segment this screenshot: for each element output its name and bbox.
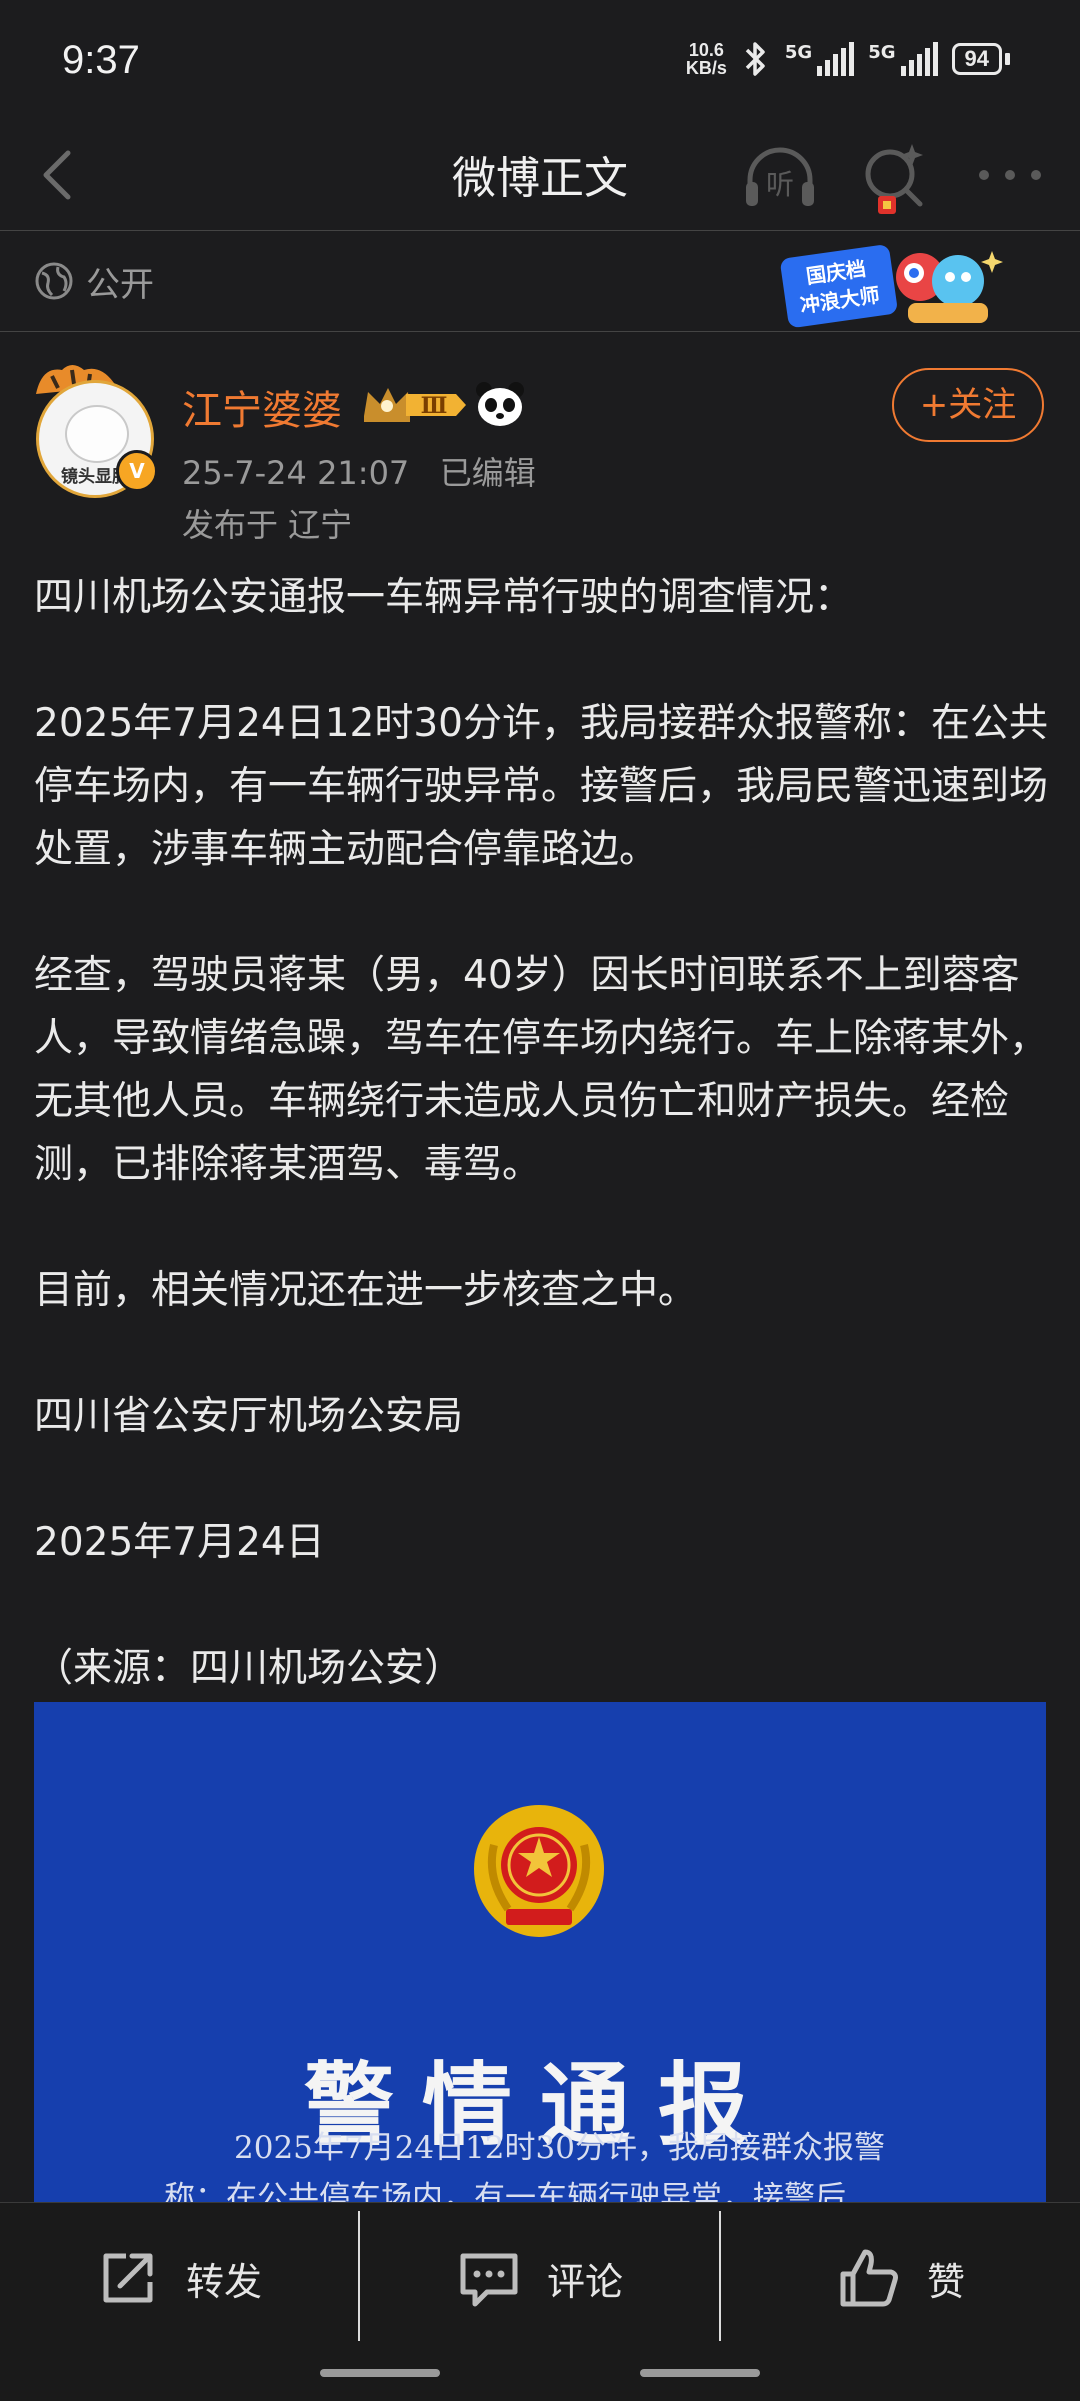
member-crown-badge-icon: Ⅲ xyxy=(364,388,466,422)
visibility-label: 公开 xyxy=(86,265,154,305)
listen-headphones-icon[interactable]: 听 xyxy=(740,142,820,212)
globe-icon xyxy=(35,262,73,300)
more-options-icon[interactable] xyxy=(970,150,1050,200)
home-indicator[interactable] xyxy=(320,2369,760,2377)
battery-level: 94 xyxy=(951,43,1002,75)
follow-button[interactable]: +关注 xyxy=(892,368,1044,442)
avatar-face xyxy=(65,405,129,463)
divider xyxy=(719,2211,721,2341)
post-paragraph: 2025年7月24日12时30分许，我局接群众报警称：在公共停车场内，有一车辆行… xyxy=(34,701,1049,872)
ai-search-icon[interactable] xyxy=(860,140,930,216)
repost-button[interactable]: 转发 xyxy=(0,2203,358,2353)
status-time: 9:37 xyxy=(62,38,140,82)
post-paragraph: 目前，相关情况还在进一步核查之中。 xyxy=(34,1268,698,1313)
repost-icon xyxy=(103,2253,153,2303)
post-timestamp: 25-7-24 21:07 xyxy=(182,454,410,492)
like-button[interactable]: 赞 xyxy=(722,2203,1080,2353)
bluetooth-icon xyxy=(745,42,765,76)
sim2-label: 5G xyxy=(868,42,896,63)
holiday-campaign-banner[interactable]: 国庆档 冲浪大师 xyxy=(780,237,1010,337)
thumbs-up-icon xyxy=(840,2249,898,2307)
notice-text-line2: 称：在公共停车场内，有一车辆行驶异常，接警后 xyxy=(164,2180,846,2202)
signal-sim1-icon: 5G xyxy=(784,42,855,76)
bottom-action-bar: 转发 评论 赞 xyxy=(0,2202,1080,2401)
post-body: 四川机场公安通报一车辆异常行驶的调查情况： 2025年7月24日12时30分许，… xyxy=(34,566,1050,1700)
network-speed-value: 10.6 xyxy=(688,40,724,60)
police-emblem-icon xyxy=(474,1805,604,1937)
divider xyxy=(358,2211,360,2341)
post-paragraph: 四川省公安厅机场公安局 xyxy=(34,1394,464,1439)
like-label: 赞 xyxy=(926,2259,965,2304)
comment-icon xyxy=(460,2253,518,2307)
comment-label: 评论 xyxy=(546,2259,623,2304)
listen-label: 听 xyxy=(766,168,794,201)
network-speed: 10.6 KB/s xyxy=(686,41,727,77)
visibility-bar: 公开 国庆档 冲浪大师 xyxy=(0,231,1080,332)
author-header: 镜头显胖 V 江宁婆婆 Ⅲ +关注 25-7-24 21:07 已编辑 发布于 … xyxy=(0,360,1080,544)
status-icons: 10.6 KB/s 5G 5G 94 xyxy=(686,40,1010,78)
network-speed-unit: KB/s xyxy=(685,58,727,78)
post-paragraph: （来源：四川机场公安） xyxy=(34,1646,464,1691)
post-meta: 25-7-24 21:07 已编辑 xyxy=(182,448,536,494)
post-paragraph: 经查，驾驶员蒋某（男，40岁）因长时间联系不上到蓉客人，导致情绪急躁，驾车在停车… xyxy=(34,953,1049,1187)
post-location: 发布于 辽宁 xyxy=(182,506,353,544)
verified-badge-icon: V xyxy=(116,450,158,492)
comment-button[interactable]: 评论 xyxy=(361,2203,719,2353)
author-name[interactable]: 江宁婆婆 xyxy=(182,378,342,436)
nav-bar: 微博正文 听 xyxy=(0,120,1080,231)
post-paragraph: 四川机场公安通报一车辆异常行驶的调查情况： xyxy=(34,575,854,620)
status-bar: 9:37 10.6 KB/s 5G 5G 94 xyxy=(0,0,1080,120)
level-badge-text: Ⅲ xyxy=(421,393,448,419)
post-paragraph: 2025年7月24日 xyxy=(34,1520,325,1565)
sim1-label: 5G xyxy=(784,42,813,63)
signal-sim2-icon: 5G xyxy=(868,42,938,76)
panda-badge-icon xyxy=(476,382,524,426)
repost-label: 转发 xyxy=(185,2259,262,2304)
battery-icon: 94 xyxy=(951,43,1010,75)
edited-label: 已编辑 xyxy=(439,454,536,492)
notice-text-line1: 2025年7月24日12时30分许，我局接群众报警 xyxy=(234,2130,885,2166)
notice-image[interactable]: 警情通报 2025年7月24日12时30分许，我局接群众报警 称：在公共停车场内… xyxy=(34,1702,1046,2202)
